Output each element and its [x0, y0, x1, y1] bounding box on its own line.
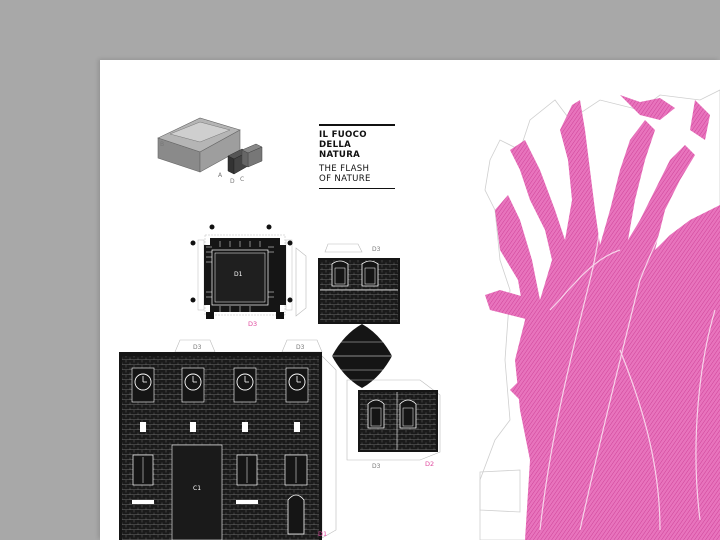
italian-title-line2: DELLA NATURA	[319, 139, 361, 160]
papercraft-artwork: B A D C D1 D3 D3 D3 D2 D3 D3 C1 D1	[119, 89, 720, 540]
piece-label-d1: D1	[234, 271, 243, 278]
piece-label-d2: D2	[425, 460, 434, 468]
title-block: IL FUOCO DELLA NATURA THE FLASH OF NATUR…	[319, 124, 395, 189]
paper-sheet: B A D C D1 D3 D3 D3 D2 D3 D3 C1 D1 IL FU…	[100, 60, 720, 540]
italian-title-line1: IL FUOCO	[319, 129, 367, 140]
connector-hourglass	[332, 324, 392, 388]
building-model-illustration: B A D C	[157, 117, 263, 185]
english-title: THE FLASH OF NATURE	[319, 164, 395, 184]
english-title-line1: THE FLASH	[319, 163, 370, 174]
side-facade-piece-upper: D3	[318, 243, 400, 324]
model-label-a: A	[218, 172, 223, 179]
piece-label-d3-magenta: D3	[248, 320, 257, 328]
piece-label-d3-top: D3	[372, 246, 381, 253]
side-tab-strip	[295, 247, 307, 317]
model-label-b: B	[160, 141, 164, 148]
italian-title: IL FUOCO DELLA NATURA	[319, 130, 395, 160]
english-title-line2: OF NATURE	[319, 173, 371, 184]
title-bottom-rule	[319, 187, 395, 189]
side-facade-piece-lower: D3 D2	[346, 379, 441, 470]
model-label-c: C	[240, 176, 244, 183]
piece-label-d3-main-left: D3	[193, 344, 202, 351]
piece-label-d1-bottom: D1	[318, 530, 327, 538]
piece-label-c1: C1	[193, 485, 201, 492]
piece-label-d3-lower: D3	[372, 463, 381, 470]
main-facade-piece-c1: D3 D3 C1 D1	[119, 339, 337, 540]
piece-label-d3-main-right: D3	[296, 344, 305, 351]
roof-piece-d1: D1 D3	[190, 224, 293, 328]
model-label-d: D	[230, 178, 235, 185]
magenta-tree-artwork	[479, 89, 720, 540]
title-top-rule	[319, 124, 395, 126]
